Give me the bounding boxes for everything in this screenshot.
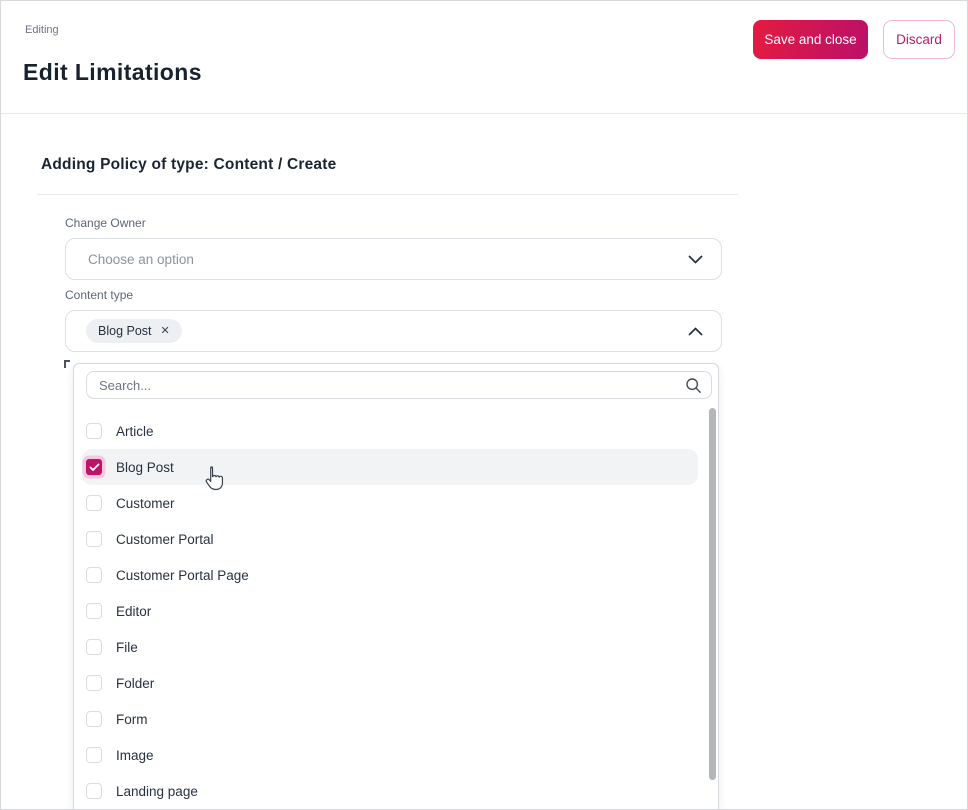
selected-chip-label: Blog Post <box>98 324 152 338</box>
option-row[interactable]: Customer <box>82 485 698 521</box>
options-list: Article Blog Post Customer Customer Port… <box>74 413 718 809</box>
save-and-close-button[interactable]: Save and close <box>753 20 868 59</box>
option-label: Article <box>116 423 154 439</box>
option-label: Landing page <box>116 783 198 799</box>
section-title: Adding Policy of type: Content / Create <box>41 156 337 173</box>
section-divider <box>37 194 738 195</box>
occluded-label-fragment <box>64 360 70 368</box>
option-row[interactable]: Article <box>82 413 698 449</box>
discard-button[interactable]: Discard <box>883 20 955 59</box>
option-row[interactable]: Customer Portal Page <box>82 557 698 593</box>
option-row[interactable]: Editor <box>82 593 698 629</box>
option-label: Folder <box>116 675 155 691</box>
dropdown-scrollbar-thumb[interactable] <box>709 408 716 780</box>
option-row[interactable]: File <box>82 629 698 665</box>
option-label: Customer <box>116 495 175 511</box>
option-label: Blog Post <box>116 459 174 475</box>
checkbox[interactable] <box>86 495 102 511</box>
checkbox[interactable] <box>86 639 102 655</box>
checkbox[interactable] <box>86 567 102 583</box>
chip-remove-icon[interactable]: ✕ <box>161 325 170 337</box>
header-divider <box>1 113 967 114</box>
checkbox[interactable] <box>86 603 102 619</box>
option-label: Customer Portal <box>116 531 214 547</box>
chevron-up-icon <box>688 327 703 335</box>
dropdown-search <box>86 371 712 399</box>
checkbox[interactable] <box>86 531 102 547</box>
option-label: File <box>116 639 138 655</box>
option-row[interactable]: Form <box>82 701 698 737</box>
search-input[interactable] <box>87 372 711 398</box>
content-type-label: Content type <box>65 288 134 302</box>
edit-limitations-screen: Editing Edit Limitations Save and close … <box>0 0 968 810</box>
selected-chip[interactable]: Blog Post ✕ <box>86 319 182 343</box>
checkbox[interactable] <box>86 423 102 439</box>
breadcrumb: Editing <box>25 24 59 36</box>
option-label: Form <box>116 711 148 727</box>
change-owner-select[interactable]: Choose an option <box>65 238 722 280</box>
option-label: Editor <box>116 603 152 619</box>
option-row[interactable]: Blog Post <box>82 449 698 485</box>
checkbox[interactable] <box>86 747 102 763</box>
checkbox[interactable] <box>86 459 102 475</box>
option-label: Image <box>116 747 154 763</box>
content-type-select[interactable]: Blog Post ✕ <box>65 310 722 352</box>
page-title: Edit Limitations <box>23 59 202 85</box>
option-row[interactable]: Image <box>82 737 698 773</box>
chevron-down-icon <box>688 255 703 263</box>
option-row[interactable]: Folder <box>82 665 698 701</box>
option-label: Customer Portal Page <box>116 567 249 583</box>
option-row[interactable]: Customer Portal <box>82 521 698 557</box>
search-icon <box>686 378 701 393</box>
change-owner-label: Change Owner <box>65 216 146 230</box>
checkbox[interactable] <box>86 675 102 691</box>
option-row[interactable]: Landing page <box>82 773 698 809</box>
change-owner-placeholder: Choose an option <box>88 251 194 267</box>
checkmark-icon <box>89 463 99 471</box>
content-type-dropdown: Article Blog Post Customer Customer Port… <box>73 363 719 809</box>
checkbox[interactable] <box>86 783 102 799</box>
checkbox[interactable] <box>86 711 102 727</box>
